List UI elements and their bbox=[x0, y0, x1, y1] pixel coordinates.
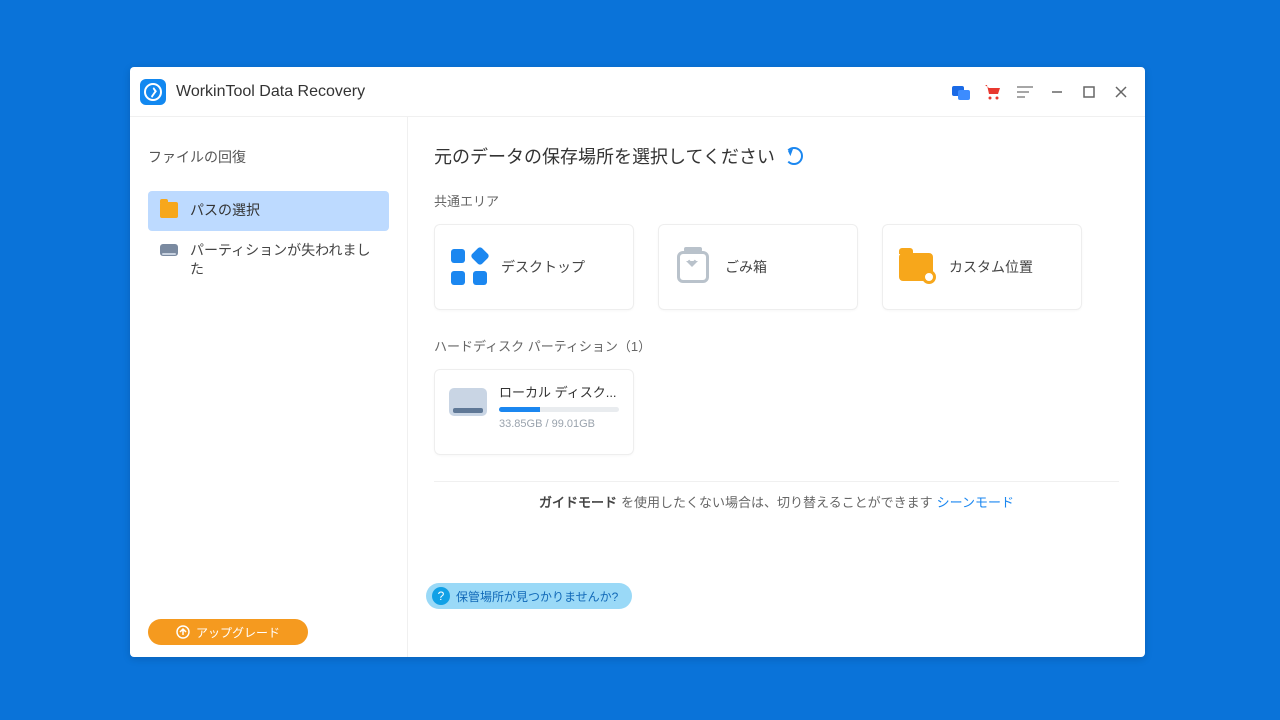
page-title: 元のデータの保存場所を選択してください bbox=[434, 143, 1119, 169]
card-recycle-bin[interactable]: ごみ箱 bbox=[658, 224, 858, 310]
help-icon: ? bbox=[432, 587, 450, 605]
card-local-disk[interactable]: ローカル ディスク... 33.85GB / 99.01GB bbox=[434, 369, 634, 455]
card-label: ごみ箱 bbox=[725, 257, 767, 277]
card-label: カスタム位置 bbox=[949, 257, 1033, 277]
disk-size: 33.85GB / 99.01GB bbox=[499, 418, 619, 430]
sidebar-item-lost-partition[interactable]: パーティションが失われました bbox=[148, 231, 389, 290]
custom-folder-icon bbox=[899, 249, 935, 285]
menu-icon[interactable] bbox=[1009, 72, 1041, 112]
sidebar-item-path-select[interactable]: パスの選択 bbox=[148, 191, 389, 231]
scene-mode-link[interactable]: シーンモード bbox=[937, 492, 1014, 511]
sidebar: ファイルの回復 パスの選択 パーティションが失われました アップグレード bbox=[130, 117, 408, 657]
sidebar-item-label: パスの選択 bbox=[190, 201, 260, 221]
sidebar-heading: ファイルの回復 bbox=[148, 147, 389, 167]
main-panel: 元のデータの保存場所を選択してください 共通エリア デスクトップ ごみ箱 カ bbox=[408, 117, 1145, 657]
feedback-icon[interactable] bbox=[945, 72, 977, 112]
footer-text: を使用したくない場合は、切り替えることができます bbox=[621, 492, 933, 511]
upgrade-label: アップグレード bbox=[196, 624, 280, 641]
section-common-label: 共通エリア bbox=[434, 191, 1119, 210]
disk-usage-bar bbox=[499, 407, 619, 412]
disk-name: ローカル ディスク... bbox=[499, 382, 619, 401]
titlebar: WorkinTool Data Recovery bbox=[130, 67, 1145, 117]
maximize-button[interactable] bbox=[1073, 72, 1105, 112]
card-custom-location[interactable]: カスタム位置 bbox=[882, 224, 1082, 310]
disk-info: ローカル ディスク... 33.85GB / 99.01GB bbox=[499, 382, 619, 442]
sidebar-item-label: パーティションが失われました bbox=[190, 241, 377, 280]
hard-disk-icon bbox=[449, 388, 487, 416]
footer-bar: ガイドモード を使用したくない場合は、切り替えることができます シーンモード bbox=[434, 481, 1119, 521]
upgrade-button[interactable]: アップグレード bbox=[148, 619, 308, 645]
minimize-button[interactable] bbox=[1041, 72, 1073, 112]
help-text: 保管場所が見つかりませんか? bbox=[456, 588, 618, 605]
footer-mode-name: ガイドモード bbox=[539, 492, 617, 511]
refresh-icon[interactable] bbox=[785, 147, 803, 165]
folder-icon bbox=[160, 202, 178, 218]
common-area-row: デスクトップ ごみ箱 カスタム位置 bbox=[434, 224, 1119, 310]
upgrade-icon bbox=[176, 625, 190, 639]
card-desktop[interactable]: デスクトップ bbox=[434, 224, 634, 310]
card-label: デスクトップ bbox=[501, 257, 585, 277]
cart-icon[interactable] bbox=[977, 72, 1009, 112]
page-title-text: 元のデータの保存場所を選択してください bbox=[434, 143, 775, 169]
drive-icon bbox=[160, 244, 178, 256]
close-button[interactable] bbox=[1105, 72, 1137, 112]
section-partitions-label: ハードディスク パーティション（1） bbox=[434, 336, 1119, 355]
desktop-icon bbox=[451, 249, 487, 285]
app-title: WorkinTool Data Recovery bbox=[176, 83, 365, 101]
recycle-bin-icon bbox=[675, 249, 711, 285]
app-window: WorkinTool Data Recovery ファイルの回復 パスの選択 bbox=[130, 67, 1145, 657]
help-pill[interactable]: ? 保管場所が見つかりませんか? bbox=[426, 583, 632, 609]
app-logo-icon bbox=[140, 79, 166, 105]
